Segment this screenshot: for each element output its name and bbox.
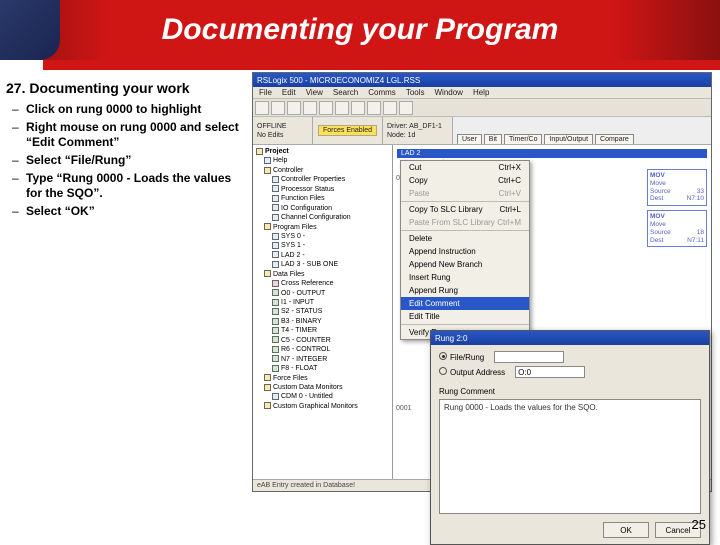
- ctx-delete[interactable]: Delete: [401, 232, 529, 245]
- menu-bar[interactable]: File Edit View Search Comms Tools Window…: [253, 87, 711, 99]
- toolbar-button[interactable]: [351, 101, 365, 115]
- context-menu[interactable]: CutCtrl+X CopyCtrl+C PasteCtrl+V Copy To…: [400, 160, 530, 340]
- menu-item[interactable]: Tools: [406, 88, 425, 97]
- window-title: RSLogix 500 - MICROECONOMIZ4 LGL.RSS: [257, 76, 420, 85]
- instructions-list: –Click on rung 0000 to highlight –Right …: [6, 102, 242, 219]
- project-tree[interactable]: Project Help Controller Controller Prope…: [253, 145, 393, 479]
- ctx-edit-title[interactable]: Edit Title: [401, 310, 529, 323]
- instruction-step: –Select “OK”: [12, 204, 242, 219]
- toolbar-button[interactable]: [383, 101, 397, 115]
- toolbar-button[interactable]: [367, 101, 381, 115]
- ctx-append-rung[interactable]: Append Rung: [401, 284, 529, 297]
- slide-title: Documenting your Program: [162, 13, 559, 47]
- menu-item[interactable]: Search: [333, 88, 358, 97]
- dialog-titlebar: Rung 2:0: [431, 331, 709, 345]
- toolbar-button[interactable]: [287, 101, 301, 115]
- menu-item[interactable]: File: [259, 88, 272, 97]
- slide-number: 25: [692, 517, 706, 532]
- ok-button[interactable]: OK: [603, 522, 649, 538]
- tab[interactable]: Bit: [484, 134, 502, 144]
- rung-number[interactable]: 0001: [396, 405, 412, 412]
- section-label: Rung Comment: [439, 387, 701, 396]
- ctx-paste[interactable]: PasteCtrl+V: [401, 187, 529, 200]
- menu-item[interactable]: Edit: [282, 88, 296, 97]
- edits-label: No Edits: [257, 132, 308, 139]
- ctx-copy-lib[interactable]: Copy To SLC LibraryCtrl+L: [401, 203, 529, 216]
- ctx-insert-rung[interactable]: Insert Rung: [401, 271, 529, 284]
- ctx-paste-lib[interactable]: Paste From SLC LibraryCtrl+M: [401, 216, 529, 229]
- instructions-heading: 27. Documenting your work: [6, 80, 242, 96]
- forces-badge: Forces Enabled: [318, 125, 377, 136]
- status-row: OFFLINE No Edits Forces Enabled Driver: …: [253, 117, 711, 145]
- ctx-append-branch[interactable]: Append New Branch: [401, 258, 529, 271]
- instruction-step: –Select “File/Rung”: [12, 153, 242, 168]
- comment-textarea[interactable]: Rung 0000 - Loads the values for the SQO…: [439, 399, 701, 514]
- title-underline: [0, 60, 720, 70]
- ladder-title: LAD 2: [397, 149, 707, 158]
- instruction-step: –Type “Rung 0000 - Loads the values for …: [12, 171, 242, 201]
- tab[interactable]: Input/Output: [544, 134, 593, 144]
- menu-item[interactable]: Help: [473, 88, 489, 97]
- menu-item[interactable]: Window: [435, 88, 463, 97]
- tab[interactable]: User: [457, 134, 482, 144]
- menu-item[interactable]: Comms: [368, 88, 396, 97]
- window-titlebar: RSLogix 500 - MICROECONOMIZ4 LGL.RSS: [253, 73, 711, 87]
- mov-instruction[interactable]: MOV Move Source18 DestN7:11: [647, 210, 707, 247]
- instructions-panel: 27. Documenting your work –Click on rung…: [0, 70, 250, 510]
- toolbar-button[interactable]: [335, 101, 349, 115]
- mode-label: OFFLINE: [257, 123, 308, 130]
- ctx-cut[interactable]: CutCtrl+X: [401, 161, 529, 174]
- radio-file-rung[interactable]: File/Rung: [439, 352, 484, 362]
- instruction-step: –Click on rung 0000 to highlight: [12, 102, 242, 117]
- toolbar-button[interactable]: [303, 101, 317, 115]
- toolbar-button[interactable]: [399, 101, 413, 115]
- tab[interactable]: Compare: [595, 134, 634, 144]
- toolbar-button[interactable]: [255, 101, 269, 115]
- screenshot-area: RSLogix 500 - MICROECONOMIZ4 LGL.RSS Fil…: [250, 70, 720, 510]
- instruction-tabs: User Bit Timer/Co Input/Output Compare: [453, 117, 711, 144]
- menu-item[interactable]: View: [306, 88, 323, 97]
- radio-output-address[interactable]: Output Address: [439, 367, 505, 377]
- instruction-step: –Right mouse on rung 0000 and select “Ed…: [12, 120, 242, 150]
- toolbar: [253, 99, 711, 117]
- address-input-1[interactable]: [494, 351, 564, 363]
- ctx-append-instr[interactable]: Append Instruction: [401, 245, 529, 258]
- ctx-edit-comment[interactable]: Edit Comment: [401, 297, 529, 310]
- address-input-2[interactable]: [515, 366, 585, 378]
- status-message: eAB Entry created in Database!: [257, 482, 355, 489]
- node-label: Node: 1d: [387, 132, 448, 139]
- dialog-title: Rung 2:0: [435, 334, 467, 343]
- slide-title-bar: Documenting your Program: [0, 0, 720, 60]
- toolbar-button[interactable]: [319, 101, 333, 115]
- tab[interactable]: Timer/Co: [504, 134, 543, 144]
- toolbar-button[interactable]: [271, 101, 285, 115]
- rung-comment-dialog: Rung 2:0 File/Rung Output Address Rung C…: [430, 330, 710, 545]
- mov-instruction[interactable]: MOV Move Source33 DestN7:10: [647, 169, 707, 206]
- ctx-copy[interactable]: CopyCtrl+C: [401, 174, 529, 187]
- driver-label: Driver: AB_DF1-1: [387, 123, 448, 130]
